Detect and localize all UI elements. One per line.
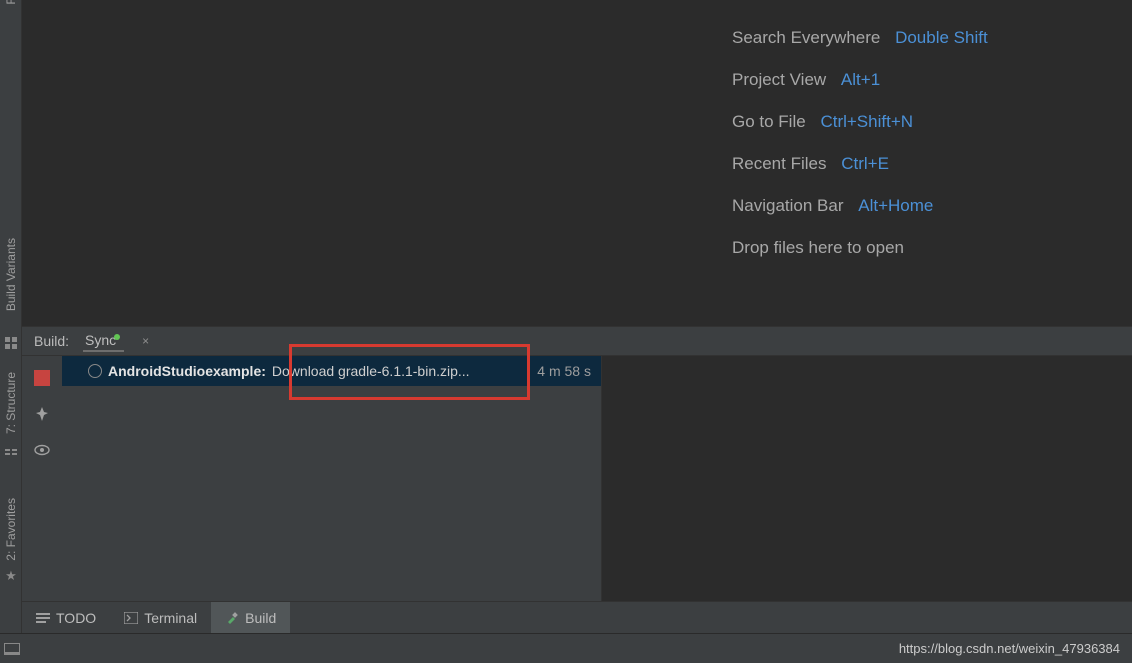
build-tab-close[interactable]: ×: [142, 334, 149, 348]
build-tab-label: Sync: [85, 332, 116, 348]
gutter-label-r[interactable]: R: [4, 0, 18, 5]
shortcut-key: Alt+1: [841, 70, 880, 89]
toolwindow-terminal[interactable]: Terminal: [110, 602, 211, 633]
status-bar: https://blog.csdn.net/weixin_47936384: [0, 633, 1132, 663]
welcome-shortcuts: Search Everywhere Double Shift Project V…: [732, 28, 988, 258]
structure-icon[interactable]: [3, 446, 19, 463]
shortcut-label: Search Everywhere: [732, 28, 880, 47]
build-project-name: AndroidStudioexample:: [108, 363, 266, 379]
shortcut-key: Ctrl+Shift+N: [820, 112, 913, 131]
build-panel-body: AndroidStudioexample: Download gradle-6.…: [22, 356, 1132, 601]
build-tab-sync[interactable]: Sync: [83, 330, 124, 352]
gutter-label-build-variants[interactable]: Build Variants: [4, 238, 18, 311]
shortcut-navigation-bar: Navigation Bar Alt+Home: [732, 196, 988, 216]
shortcut-key: Ctrl+E: [841, 154, 889, 173]
shortcut-label: Project View: [732, 70, 826, 89]
toolwindow-label: Terminal: [144, 610, 197, 626]
toolwindow-label: Build: [245, 610, 276, 626]
pin-panel-button[interactable]: [34, 406, 50, 422]
editor-area: Search Everywhere Double Shift Project V…: [22, 0, 1132, 326]
shortcut-label: Go to File: [732, 112, 806, 131]
drop-files-hint: Drop files here to open: [732, 238, 988, 258]
build-output[interactable]: [602, 356, 1132, 601]
build-panel-header: Build: Sync ×: [22, 326, 1132, 356]
spinner-icon: [88, 364, 102, 378]
shortcut-project-view: Project View Alt+1: [732, 70, 988, 90]
gutter-label-structure[interactable]: 7: Structure: [4, 372, 18, 434]
favorites-icon[interactable]: ★: [3, 568, 19, 584]
toolwindow-todo[interactable]: TODO: [22, 602, 110, 633]
bottom-toolwindow-bar: TODO Terminal Build: [22, 601, 1132, 633]
build-tree-row[interactable]: AndroidStudioexample: Download gradle-6.…: [62, 356, 601, 386]
toolwindow-build[interactable]: Build: [211, 602, 290, 633]
build-title: Build:: [34, 333, 69, 349]
shortcut-label: Recent Files: [732, 154, 826, 173]
stop-build-button[interactable]: [34, 370, 50, 386]
build-icon: [225, 611, 239, 625]
shortcut-key: Double Shift: [895, 28, 988, 47]
left-tool-gutter: R Build Variants 7: Structure 2: Favorit…: [0, 0, 22, 633]
statusbar-url: https://blog.csdn.net/weixin_47936384: [899, 641, 1120, 656]
shortcut-key: Alt+Home: [858, 196, 933, 215]
terminal-icon: [124, 612, 138, 624]
todo-icon: [36, 612, 50, 624]
build-elapsed: 4 m 58 s: [537, 363, 601, 379]
shortcut-search-everywhere: Search Everywhere Double Shift: [732, 28, 988, 48]
build-tree[interactable]: AndroidStudioexample: Download gradle-6.…: [62, 356, 602, 601]
toolwindow-label: TODO: [56, 610, 96, 626]
statusbar-toggle-icon[interactable]: [4, 643, 20, 655]
shortcut-go-to-file: Go to File Ctrl+Shift+N: [732, 112, 988, 132]
gutter-label-favorites[interactable]: 2: Favorites: [4, 498, 18, 561]
sync-indicator-icon: [114, 334, 120, 340]
shortcut-label: Drop files here to open: [732, 238, 904, 257]
shortcut-recent-files: Recent Files Ctrl+E: [732, 154, 988, 174]
build-controls: [22, 356, 62, 601]
build-task-text: Download gradle-6.1.1-bin.zip...: [272, 363, 470, 379]
build-variants-icon[interactable]: [3, 336, 19, 353]
shortcut-label: Navigation Bar: [732, 196, 844, 215]
toggle-view-button[interactable]: [34, 442, 50, 458]
